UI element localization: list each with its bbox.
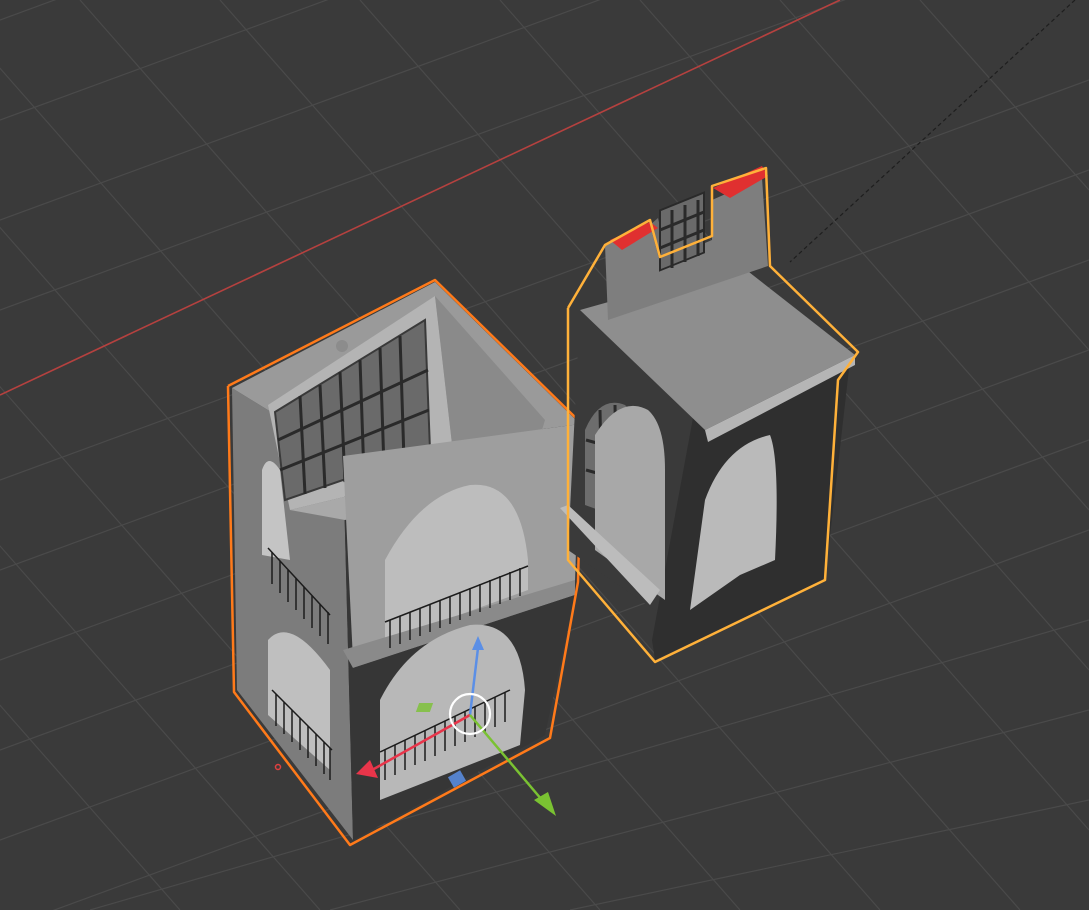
relationship-line <box>789 0 1076 263</box>
3d-cursor-icon[interactable] <box>274 763 282 771</box>
3d-viewport[interactable] <box>0 0 1089 910</box>
tower-module-selected[interactable] <box>226 278 584 847</box>
gable-module-active[interactable] <box>560 166 860 664</box>
viewport-scene[interactable] <box>0 0 1089 910</box>
window-keystone <box>336 340 348 352</box>
